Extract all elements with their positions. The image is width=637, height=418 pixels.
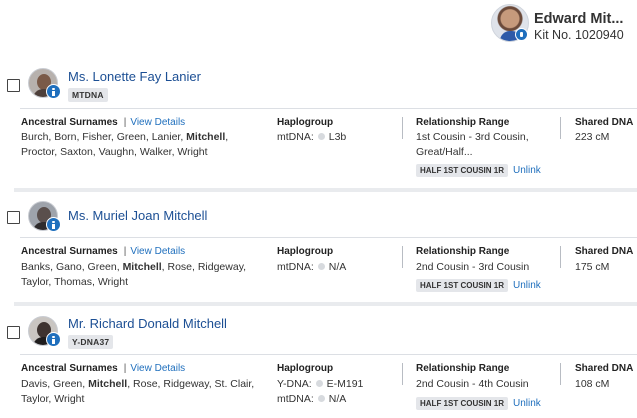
relationship-range-label: Relationship Range: [416, 363, 510, 374]
unlink-link[interactable]: Unlink: [513, 165, 541, 176]
match-name-link[interactable]: Mr. Richard Donald Mitchell: [68, 316, 227, 331]
relationship-range-value: 2nd Cousin - 4th Cousin: [416, 378, 529, 390]
info-icon[interactable]: [46, 217, 61, 232]
column-divider: [402, 117, 403, 139]
column-divider: [560, 246, 561, 268]
haplogroup-value: Y-DNA: E-M191 mtDNA: N/A: [277, 378, 364, 405]
haplogroup-dot-icon: [317, 263, 325, 271]
haplogroup-label: Haplogroup: [277, 117, 334, 128]
avatar[interactable]: [28, 201, 62, 235]
haplogroup-dot-icon: [317, 395, 325, 403]
column-divider: [402, 363, 403, 385]
column-divider: [560, 117, 561, 139]
relationship-range-value: 2nd Cousin - 3rd Cousin: [416, 261, 530, 273]
test-type-badge: MTDNA: [68, 88, 108, 102]
ancestral-surnames-header: Ancestral Surnames | View Details: [21, 246, 186, 257]
surnames-list: Banks, Gano, Green, Mitchell, Rose, Ridg…: [21, 261, 247, 288]
haplogroup-dot-icon: [317, 133, 325, 141]
user-name[interactable]: Edward Mit...: [534, 11, 623, 27]
match-select-checkbox[interactable]: [7, 79, 20, 92]
tree-badge-icon: [515, 28, 528, 41]
avatar[interactable]: [28, 316, 62, 350]
user-header: Edward Mit... Kit No. 1020940: [491, 4, 631, 50]
relationship-range-label: Relationship Range: [416, 117, 510, 128]
view-details-link[interactable]: View Details: [130, 246, 185, 257]
test-type-badge: Y-DNA37: [68, 335, 114, 349]
surnames-list: Burch, Born, Fisher, Green, Lanier, Mitc…: [21, 131, 229, 158]
ancestral-surnames-label: Ancestral Surnames: [21, 246, 118, 257]
haplogroup-label: Haplogroup: [277, 363, 334, 374]
relationship-badge: HALF 1ST COUSIN 1R: [416, 164, 509, 177]
shared-dna-label: Shared DNA: [575, 363, 634, 374]
shared-dna-label: Shared DNA: [575, 117, 634, 128]
match-name-link[interactable]: Ms. Muriel Joan Mitchell: [68, 208, 207, 223]
ancestral-surnames-header: Ancestral Surnames | View Details: [21, 363, 186, 374]
relationship-range-value: 1st Cousin - 3rd Cousin, Great/Half...: [416, 131, 529, 158]
info-icon[interactable]: [46, 84, 61, 99]
surnames-list: Davis, Green, Mitchell, Rose, Ridgeway, …: [21, 378, 255, 405]
divider: [20, 108, 637, 109]
ancestral-surnames-label: Ancestral Surnames: [21, 363, 118, 374]
haplogroup-dot-icon: [315, 380, 323, 388]
haplogroup-value: mtDNA: L3b: [277, 131, 347, 143]
relationship-range-label: Relationship Range: [416, 246, 510, 257]
shared-dna-value: 223 cM: [575, 131, 610, 143]
match-name-link[interactable]: Ms. Lonette Fay Lanier: [68, 69, 201, 84]
column-divider: [560, 363, 561, 385]
shared-dna-value: 175 cM: [575, 261, 610, 273]
unlink-link[interactable]: Unlink: [513, 280, 541, 291]
haplogroup-value: mtDNA: N/A: [277, 261, 347, 273]
divider: [20, 237, 637, 238]
divider: [20, 354, 637, 355]
relationship-badge: HALF 1ST COUSIN 1R: [416, 397, 509, 410]
match-select-checkbox[interactable]: [7, 211, 20, 224]
unlink-link[interactable]: Unlink: [513, 398, 541, 409]
shared-dna-label: Shared DNA: [575, 246, 634, 257]
column-divider: [402, 246, 403, 268]
info-icon[interactable]: [46, 332, 61, 347]
view-details-link[interactable]: View Details: [130, 117, 185, 128]
match-select-checkbox[interactable]: [7, 326, 20, 339]
ancestral-surnames-header: Ancestral Surnames | View Details: [21, 117, 186, 128]
match-divider: [14, 188, 637, 192]
match-divider: [14, 302, 637, 306]
shared-dna-value: 108 cM: [575, 378, 610, 390]
kit-number: Kit No. 1020940: [534, 28, 624, 42]
haplogroup-label: Haplogroup: [277, 246, 334, 257]
relationship-badge: HALF 1ST COUSIN 1R: [416, 279, 509, 292]
avatar[interactable]: [28, 68, 62, 102]
view-details-link[interactable]: View Details: [130, 363, 185, 374]
ancestral-surnames-label: Ancestral Surnames: [21, 117, 118, 128]
